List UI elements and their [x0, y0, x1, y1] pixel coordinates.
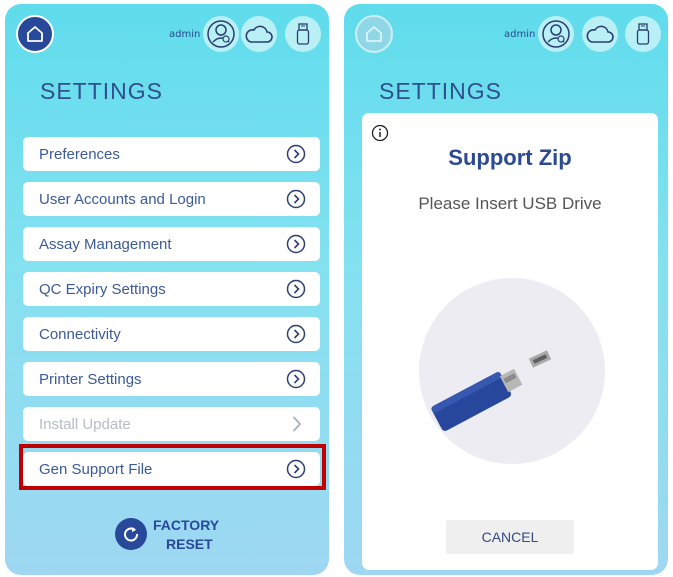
- home-icon: [366, 26, 382, 42]
- user-account-button: [538, 16, 574, 52]
- menu-item-printer-settings[interactable]: Printer Settings: [23, 362, 320, 396]
- reset-icon: [124, 527, 138, 542]
- cloud-icon: [586, 25, 614, 43]
- menu-item-connectivity[interactable]: Connectivity: [23, 317, 320, 351]
- cancel-button[interactable]: CANCEL: [446, 520, 574, 554]
- support-zip-screen: admin SETTINGS Support Zip Please Insert…: [344, 4, 668, 575]
- user-settings-icon: [207, 20, 235, 48]
- cloud-button[interactable]: [241, 16, 277, 52]
- usb-drive-illustration: [419, 278, 605, 464]
- chevron-right-icon: [292, 416, 302, 432]
- page-title: SETTINGS: [379, 78, 503, 104]
- cloud-button: [582, 16, 618, 52]
- user-name: admin: [504, 29, 536, 40]
- menu-item-preferences[interactable]: Preferences: [23, 137, 320, 171]
- menu-item-label: User Accounts and Login: [39, 190, 206, 208]
- user-account-button[interactable]: [203, 16, 239, 52]
- menu-item-user-accounts[interactable]: User Accounts and Login: [23, 182, 320, 216]
- user-settings-icon: [542, 20, 570, 48]
- usb-icon: [636, 23, 650, 45]
- menu-item-qc-expiry[interactable]: QC Expiry Settings: [23, 272, 320, 306]
- menu-item-label: Assay Management: [39, 235, 172, 253]
- menu-item-label: Connectivity: [39, 325, 121, 343]
- support-zip-dialog: Support Zip Please Insert USB Drive CANC…: [362, 113, 658, 570]
- top-bar: admin: [344, 4, 668, 66]
- chevron-right-circle-icon: [286, 279, 306, 299]
- usb-status-button: [625, 16, 661, 52]
- dialog-message: Please Insert USB Drive: [418, 194, 602, 213]
- menu-item-label: Printer Settings: [39, 370, 142, 388]
- cloud-icon: [245, 25, 273, 43]
- menu-item-assay-management[interactable]: Assay Management: [23, 227, 320, 261]
- menu-item-install-update: Install Update: [23, 407, 320, 441]
- factory-reset-button[interactable]: [115, 518, 147, 550]
- chevron-right-circle-icon: [286, 144, 306, 164]
- menu-item-label: Install Update: [39, 415, 131, 433]
- usb-status-button[interactable]: [285, 16, 321, 52]
- dialog-title: Support Zip: [448, 145, 572, 170]
- page-title: SETTINGS: [40, 78, 164, 104]
- usb-icon: [296, 23, 310, 45]
- chevron-right-circle-icon: [286, 234, 306, 254]
- menu-item-label: Preferences: [39, 145, 120, 163]
- chevron-right-circle-icon: [286, 324, 306, 344]
- chevron-right-circle-icon: [286, 369, 306, 389]
- home-icon: [27, 26, 43, 42]
- factory-reset-label[interactable]: FACTORY: [153, 517, 219, 533]
- menu-item-label: QC Expiry Settings: [39, 280, 166, 298]
- home-button[interactable]: [16, 15, 54, 53]
- home-button: [355, 15, 393, 53]
- highlight-box: [19, 444, 326, 490]
- top-bar: admin: [5, 4, 329, 66]
- factory-reset-label[interactable]: RESET: [166, 536, 213, 552]
- settings-screen: admin SETTINGS Preferences User Accounts…: [5, 4, 329, 575]
- user-name: admin: [169, 29, 201, 40]
- chevron-right-circle-icon: [286, 189, 306, 209]
- info-icon[interactable]: [371, 124, 389, 142]
